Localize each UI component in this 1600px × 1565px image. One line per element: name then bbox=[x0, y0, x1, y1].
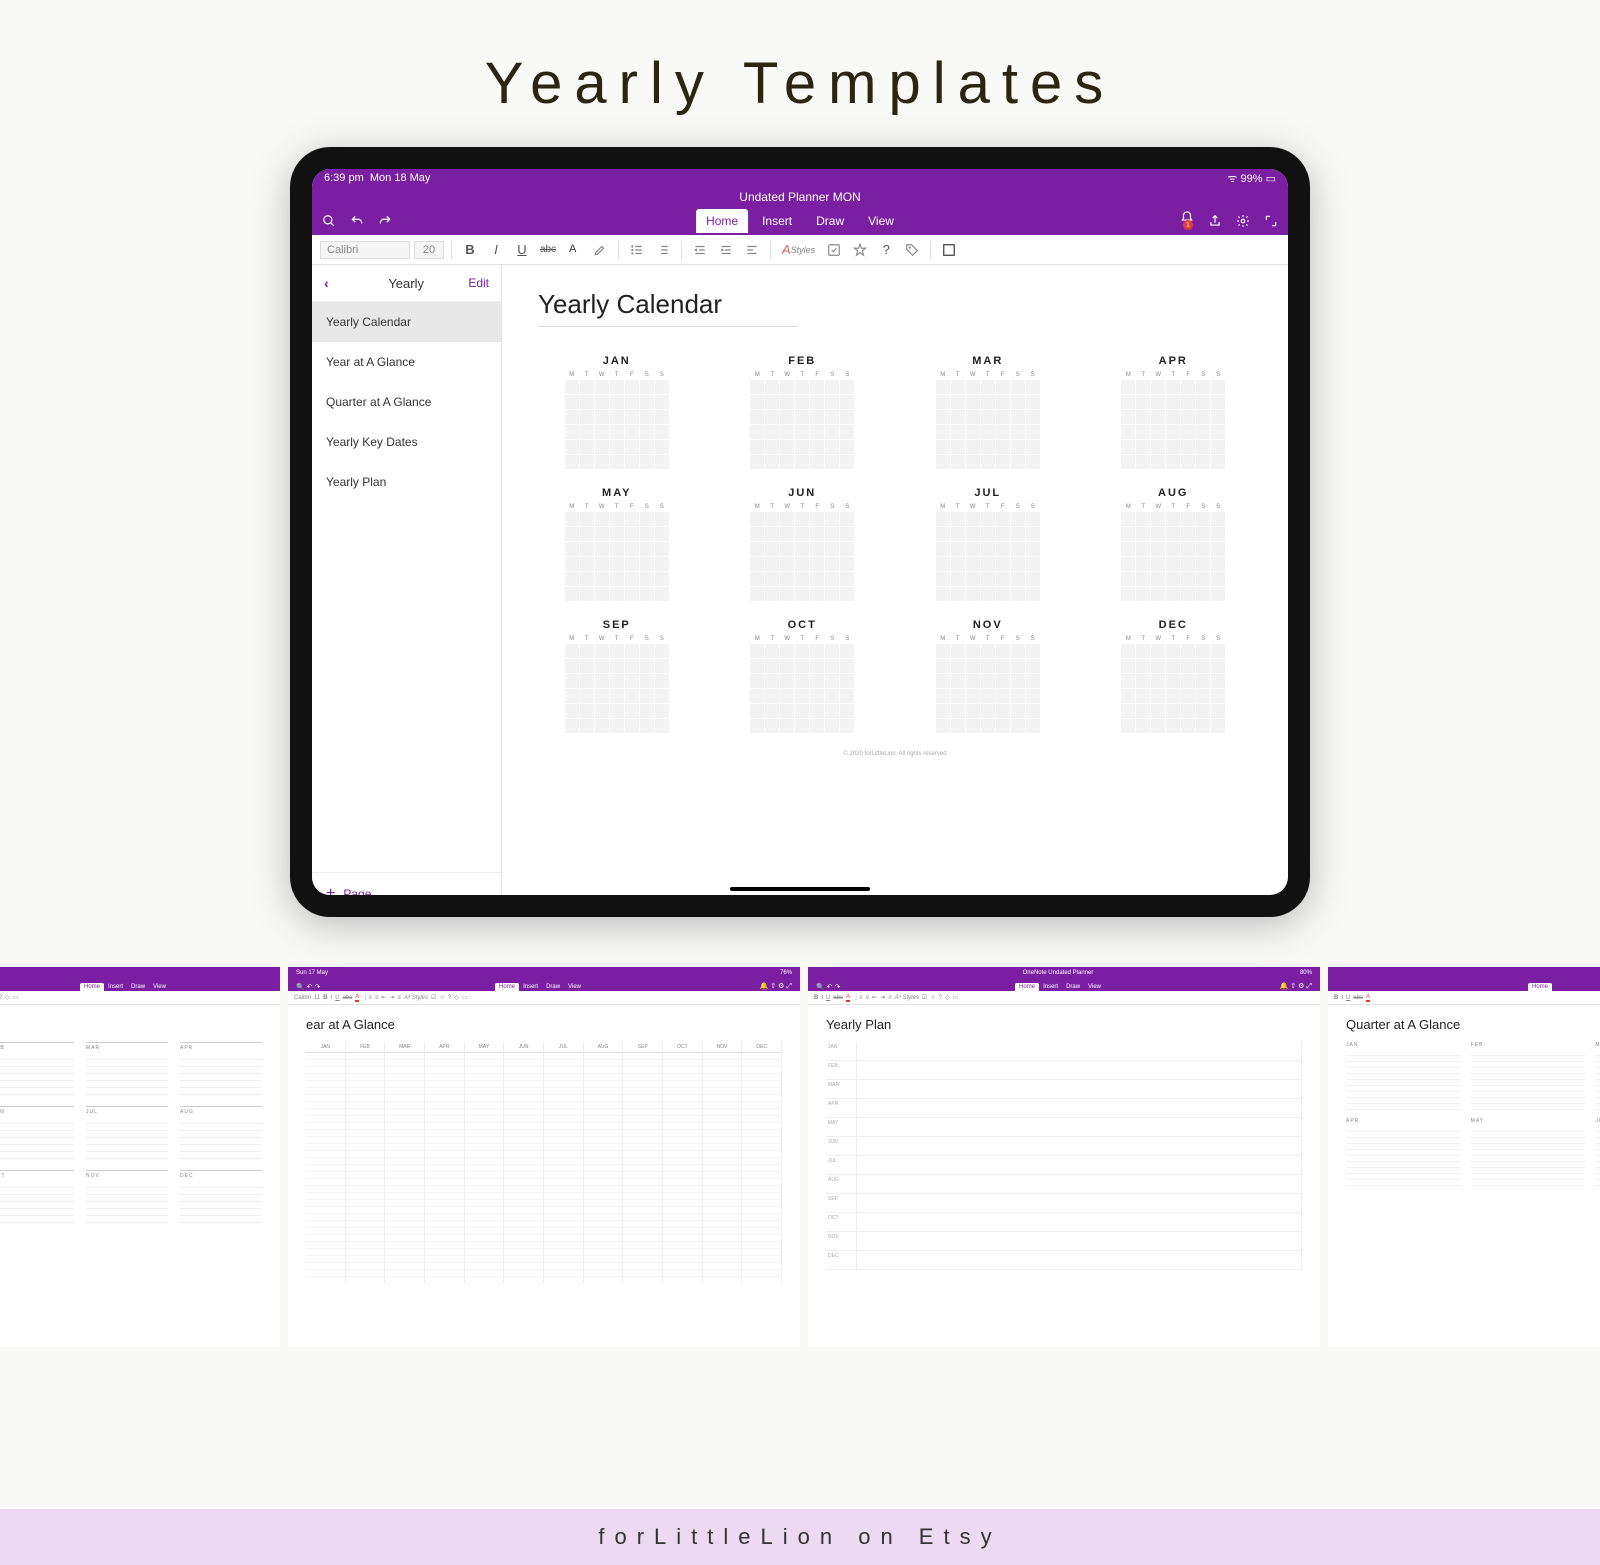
calendar-grid: JANMTWTFSSFEBMTWTFSSMARMTWTFSSAPRMTWTFSS… bbox=[538, 355, 1252, 733]
battery-pct: 99% bbox=[1241, 173, 1263, 185]
hero-title: Yearly Templates bbox=[0, 0, 1600, 147]
month-jun: JUNMTWTFSS bbox=[724, 487, 882, 601]
strike-button[interactable]: abc bbox=[537, 239, 559, 261]
sidebar-item-yearly-calendar[interactable]: Yearly Calendar bbox=[312, 302, 501, 342]
sidebar-item-yearly-plan[interactable]: Yearly Plan bbox=[312, 462, 501, 502]
brand-bar: forLittleLion on Etsy bbox=[0, 1509, 1600, 1565]
star-button[interactable] bbox=[849, 239, 871, 261]
edit-button[interactable]: Edit bbox=[468, 276, 489, 290]
page-footer: © 2020 forLittleLion. All rights reserve… bbox=[538, 751, 1252, 757]
status-bar: 6:39 pm Mon 18 May ᯤ 99% ▭ bbox=[312, 169, 1288, 187]
month-oct: OCTMTWTFSS bbox=[724, 619, 882, 733]
thumb-title: ear at A Glance bbox=[306, 1017, 782, 1032]
thumb-year-glance: Sun 17 May76% 🔍 ↶ ↷ HomeInsertDrawView 🔔… bbox=[288, 967, 800, 1347]
tab-insert[interactable]: Insert bbox=[752, 209, 802, 233]
font-select[interactable]: Calibri bbox=[320, 241, 410, 259]
question-button[interactable]: ? bbox=[875, 239, 897, 261]
wifi-icon: ᯤ bbox=[1227, 173, 1237, 185]
month-dec: DECMTWTFSS bbox=[1095, 619, 1253, 733]
styles-button[interactable]: AStyles bbox=[778, 239, 819, 261]
font-size[interactable]: 20 bbox=[414, 241, 444, 259]
section-title: Yearly bbox=[344, 276, 468, 291]
home-indicator[interactable] bbox=[730, 887, 870, 891]
sidebar-item-key-dates[interactable]: Yearly Key Dates bbox=[312, 422, 501, 462]
bell-icon[interactable]: 1 bbox=[1180, 209, 1194, 233]
thumb-key-dates: HomeInsertDrawView UabcA⋮≡≡⇤⇥≡Aᵃ Styles☑… bbox=[0, 967, 280, 1347]
align-button[interactable] bbox=[741, 239, 763, 261]
italic-button[interactable]: I bbox=[485, 239, 507, 261]
search-icon[interactable] bbox=[322, 214, 336, 228]
tag-button[interactable] bbox=[901, 239, 923, 261]
month-jul: JULMTWTFSS bbox=[909, 487, 1067, 601]
page-title[interactable]: Yearly Calendar bbox=[538, 289, 798, 327]
ipad-frame: 6:39 pm Mon 18 May ᯤ 99% ▭ Undated Plann… bbox=[290, 147, 1310, 917]
indent-button[interactable] bbox=[715, 239, 737, 261]
expand-icon[interactable] bbox=[1264, 214, 1278, 228]
gear-icon[interactable] bbox=[1236, 214, 1250, 228]
sidebar-item-year-glance[interactable]: Year at A Glance bbox=[312, 342, 501, 382]
bullet-list-button[interactable] bbox=[626, 239, 648, 261]
sidebar: ‹ Yearly Edit Yearly Calendar Year at A … bbox=[312, 265, 502, 895]
month-sep: SEPMTWTFSS bbox=[538, 619, 696, 733]
number-list-button[interactable] bbox=[652, 239, 674, 261]
status-date: Mon 18 May bbox=[370, 172, 431, 184]
font-color-button[interactable] bbox=[563, 239, 585, 261]
tab-home[interactable]: Home bbox=[696, 209, 748, 233]
back-button[interactable]: ‹ bbox=[324, 275, 344, 291]
thumb-quarter-glance: Home BIUabcA Quarter at A Glance JANFEBM… bbox=[1328, 967, 1600, 1347]
add-page-button[interactable]: + Page bbox=[312, 872, 501, 895]
ipad-screen: 6:39 pm Mon 18 May ᯤ 99% ▭ Undated Plann… bbox=[312, 169, 1288, 895]
underline-button[interactable]: U bbox=[511, 239, 533, 261]
month-apr: APRMTWTFSS bbox=[1095, 355, 1253, 469]
highlight-button[interactable] bbox=[589, 239, 611, 261]
bold-button[interactable]: B bbox=[459, 239, 481, 261]
notif-badge: 1 bbox=[1183, 220, 1193, 230]
battery-icon: ▭ bbox=[1266, 173, 1276, 185]
outdent-button[interactable] bbox=[689, 239, 711, 261]
thumbnails-row: HomeInsertDrawView UabcA⋮≡≡⇤⇥≡Aᵃ Styles☑… bbox=[0, 967, 1600, 1347]
month-may: MAYMTWTFSS bbox=[538, 487, 696, 601]
formatting-toolbar: Calibri 20 B I U abc AStyles ? bbox=[312, 235, 1288, 265]
todo-button[interactable] bbox=[823, 239, 845, 261]
thumb-title: y Key Dates bbox=[0, 1017, 262, 1032]
status-right: ᯤ 99% ▭ bbox=[1227, 171, 1276, 186]
thumb-title: Quarter at A Glance bbox=[1346, 1017, 1600, 1032]
page-content[interactable]: Yearly Calendar JANMTWTFSSFEBMTWTFSSMARM… bbox=[502, 265, 1288, 895]
redo-icon[interactable] bbox=[378, 214, 392, 228]
month-feb: FEBMTWTFSS bbox=[724, 355, 882, 469]
ribbon: Home Insert Draw View 1 bbox=[312, 207, 1288, 235]
plus-icon: + bbox=[326, 885, 335, 895]
month-jan: JANMTWTFSS bbox=[538, 355, 696, 469]
document-title: Undated Planner MON bbox=[312, 187, 1288, 207]
ribbon-tabs: Home Insert Draw View bbox=[696, 209, 904, 233]
month-aug: AUGMTWTFSS bbox=[1095, 487, 1253, 601]
month-mar: MARMTWTFSS bbox=[909, 355, 1067, 469]
tab-view[interactable]: View bbox=[858, 209, 904, 233]
month-nov: NOVMTWTFSS bbox=[909, 619, 1067, 733]
share-icon[interactable] bbox=[1208, 214, 1222, 228]
add-page-label: Page bbox=[343, 887, 371, 895]
sidebar-item-quarter-glance[interactable]: Quarter at A Glance bbox=[312, 382, 501, 422]
thumb-yearly-plan: OneNote Undated Planner80% 🔍 ↶ ↷ HomeIns… bbox=[808, 967, 1320, 1347]
thumb-title: Yearly Plan bbox=[826, 1017, 1302, 1032]
insert-button[interactable] bbox=[938, 239, 960, 261]
undo-icon[interactable] bbox=[350, 214, 364, 228]
tab-draw[interactable]: Draw bbox=[806, 209, 854, 233]
status-time: 6:39 pm bbox=[324, 172, 364, 184]
